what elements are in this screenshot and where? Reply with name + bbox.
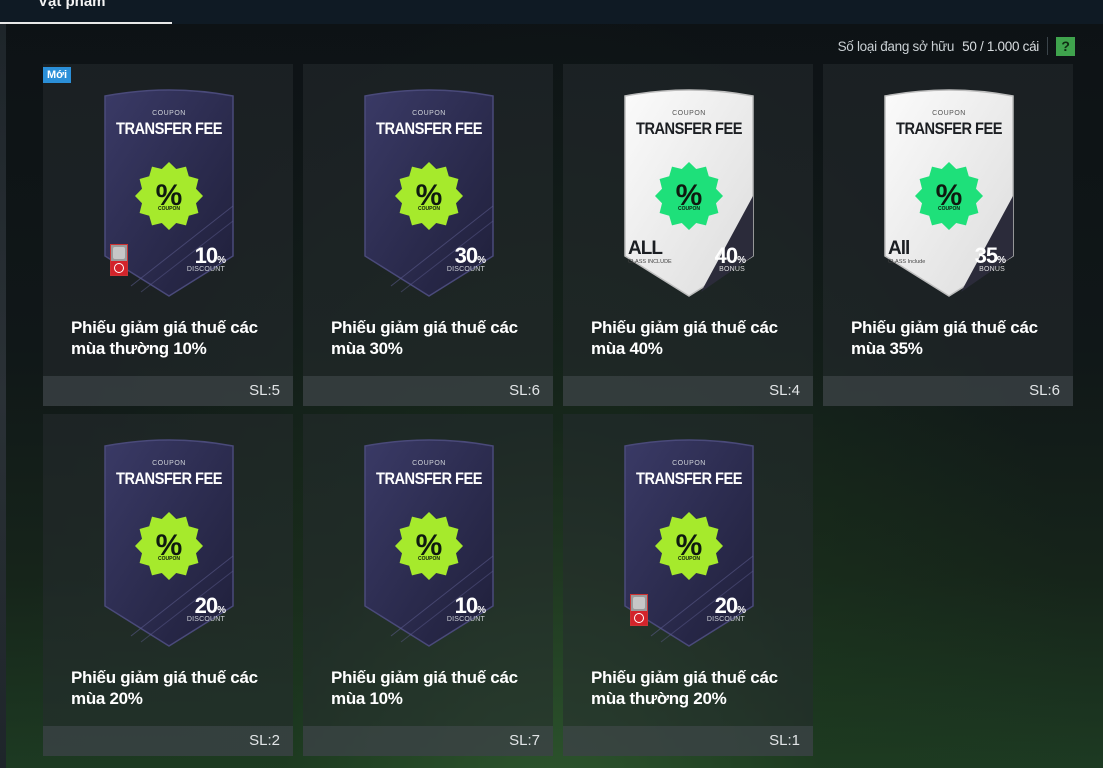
tab-items[interactable]: Vật phẩm: [0, 0, 172, 24]
coupon-value-number: 20: [194, 593, 219, 618]
item-footer: SL:4: [563, 376, 813, 406]
owned-label: Số loại đang sở hữu: [837, 38, 955, 54]
coupon-label: COUPON: [152, 460, 186, 467]
coupon-label: COUPON: [412, 460, 446, 467]
class-label: ALL: [628, 238, 663, 259]
item-footer: SL:5: [43, 376, 293, 406]
coupon-value-sub: DISCOUNT: [186, 616, 225, 623]
item-quantity: SL:4: [769, 382, 800, 399]
coupon-value-sub: DISCOUNT: [186, 266, 225, 273]
coupon-image: COUPON TRANSFER FEE % COUPON 35% BONUS A…: [881, 86, 1017, 298]
item-card[interactable]: COUPON TRANSFER FEE % COUPON 35% BONUS A…: [823, 64, 1073, 406]
coupon-value-number: 20: [714, 593, 739, 618]
item-title: Phiếu giảm giá thuế các mùa 20%: [71, 668, 258, 708]
item-title: Phiếu giảm giá thuế các mùa 40%: [591, 318, 778, 358]
coupon-image: COUPON TRANSFER FEE % COUPON 30% DISCOUN…: [361, 86, 497, 298]
coupon-value-sub: BONUS: [979, 266, 1005, 273]
item-title: Phiếu giảm giá thuế các mùa thường 20%: [591, 668, 778, 708]
coupon-label: COUPON: [932, 110, 966, 117]
item-quantity: SL:7: [509, 732, 540, 749]
coupon-title: TRANSFER FEE: [636, 469, 742, 488]
owned-count-bar: Số loại đang sở hữu 50 / 1.000 cái ?: [838, 35, 1075, 57]
item-card[interactable]: Mới COUPON TRANSFER FEE % COUPON 10% DIS…: [43, 64, 293, 406]
coupon-label: COUPON: [412, 110, 446, 117]
coupon-image: COUPON TRANSFER FEE % COUPON 20% DISCOUN…: [101, 436, 237, 648]
coupon-value-unit: %: [997, 255, 1006, 266]
item-card[interactable]: COUPON TRANSFER FEE % COUPON 20% DISCOUN…: [43, 414, 293, 756]
tab-items-label: Vật phẩm: [38, 0, 106, 10]
coupon-label: COUPON: [672, 110, 706, 117]
seal-label: COUPON: [418, 556, 440, 562]
coupon-image: COUPON TRANSFER FEE % COUPON 40% BONUS A…: [621, 86, 757, 298]
coupon-value-unit: %: [737, 255, 746, 266]
coupon-image: COUPON TRANSFER FEE % COUPON 10% DISCOUN…: [101, 86, 237, 298]
coupon-title: TRANSFER FEE: [636, 119, 742, 138]
coupon-value-unit: %: [737, 605, 746, 616]
item-quantity: SL:5: [249, 382, 280, 399]
item-quantity: SL:6: [1029, 382, 1060, 399]
item-quantity: SL:6: [509, 382, 540, 399]
lock-icon: [630, 594, 648, 626]
coupon-label: COUPON: [672, 460, 706, 467]
item-title: Phiếu giảm giá thuế các mùa 30%: [331, 318, 518, 358]
top-bar: Vật phẩm: [0, 0, 1103, 24]
coupon-label: COUPON: [152, 110, 186, 117]
item-footer: SL:2: [43, 726, 293, 756]
item-footer: SL:6: [823, 376, 1073, 406]
help-button[interactable]: ?: [1056, 36, 1075, 56]
item-quantity: SL:2: [249, 732, 280, 749]
divider: [1047, 37, 1048, 55]
item-card[interactable]: COUPON TRANSFER FEE % COUPON 30% DISCOUN…: [303, 64, 553, 406]
item-title: Phiếu giảm giá thuế các mùa 35%: [851, 318, 1038, 358]
item-footer: SL:1: [563, 726, 813, 756]
class-sub: CLASS INCLUDE: [628, 259, 672, 265]
seal-label: COUPON: [158, 556, 180, 562]
item-footer: SL:7: [303, 726, 553, 756]
coupon-title: TRANSFER FEE: [116, 119, 222, 138]
item-card[interactable]: COUPON TRANSFER FEE % COUPON 20% DISCOUN…: [563, 414, 813, 756]
coupon-value-unit: %: [477, 605, 486, 616]
coupon-image: COUPON TRANSFER FEE % COUPON 20% DISCOUN…: [621, 436, 757, 648]
coupon-value-sub: DISCOUNT: [706, 616, 745, 623]
class-sub: CLASS Include: [888, 259, 926, 265]
seal-label: COUPON: [678, 206, 700, 212]
left-edge-panel: [0, 24, 6, 768]
seal-label: COUPON: [418, 206, 440, 212]
coupon-title: TRANSFER FEE: [376, 119, 482, 138]
item-card[interactable]: COUPON TRANSFER FEE % COUPON 10% DISCOUN…: [303, 414, 553, 756]
lock-icon: [110, 244, 128, 276]
seal-label: COUPON: [678, 556, 700, 562]
coupon-value-unit: %: [477, 255, 486, 266]
coupon-value-sub: BONUS: [719, 266, 745, 273]
seal-label: COUPON: [158, 206, 180, 212]
coupon-value-number: 35: [974, 243, 999, 268]
owned-count: 50 / 1.000 cái: [962, 38, 1039, 54]
item-card[interactable]: COUPON TRANSFER FEE % COUPON 40% BONUS A…: [563, 64, 813, 406]
coupon-title: TRANSFER FEE: [116, 469, 222, 488]
coupon-value-number: 10: [454, 593, 479, 618]
coupon-title: TRANSFER FEE: [376, 469, 482, 488]
coupon-title: TRANSFER FEE: [896, 119, 1002, 138]
coupon-value-unit: %: [217, 605, 226, 616]
class-label: All: [888, 238, 910, 259]
coupon-value-sub: DISCOUNT: [446, 616, 485, 623]
coupon-value-unit: %: [217, 255, 226, 266]
coupon-value-number: 40: [714, 243, 739, 268]
item-quantity: SL:1: [769, 732, 800, 749]
item-title: Phiếu giảm giá thuế các mùa thường 10%: [71, 318, 258, 358]
coupon-image: COUPON TRANSFER FEE % COUPON 10% DISCOUN…: [361, 436, 497, 648]
item-title: Phiếu giảm giá thuế các mùa 10%: [331, 668, 518, 708]
new-badge: Mới: [43, 67, 72, 83]
coupon-value-number: 30: [454, 243, 479, 268]
coupon-value-number: 10: [194, 243, 219, 268]
coupon-value-sub: DISCOUNT: [446, 266, 485, 273]
seal-label: COUPON: [938, 206, 960, 212]
item-footer: SL:6: [303, 376, 553, 406]
